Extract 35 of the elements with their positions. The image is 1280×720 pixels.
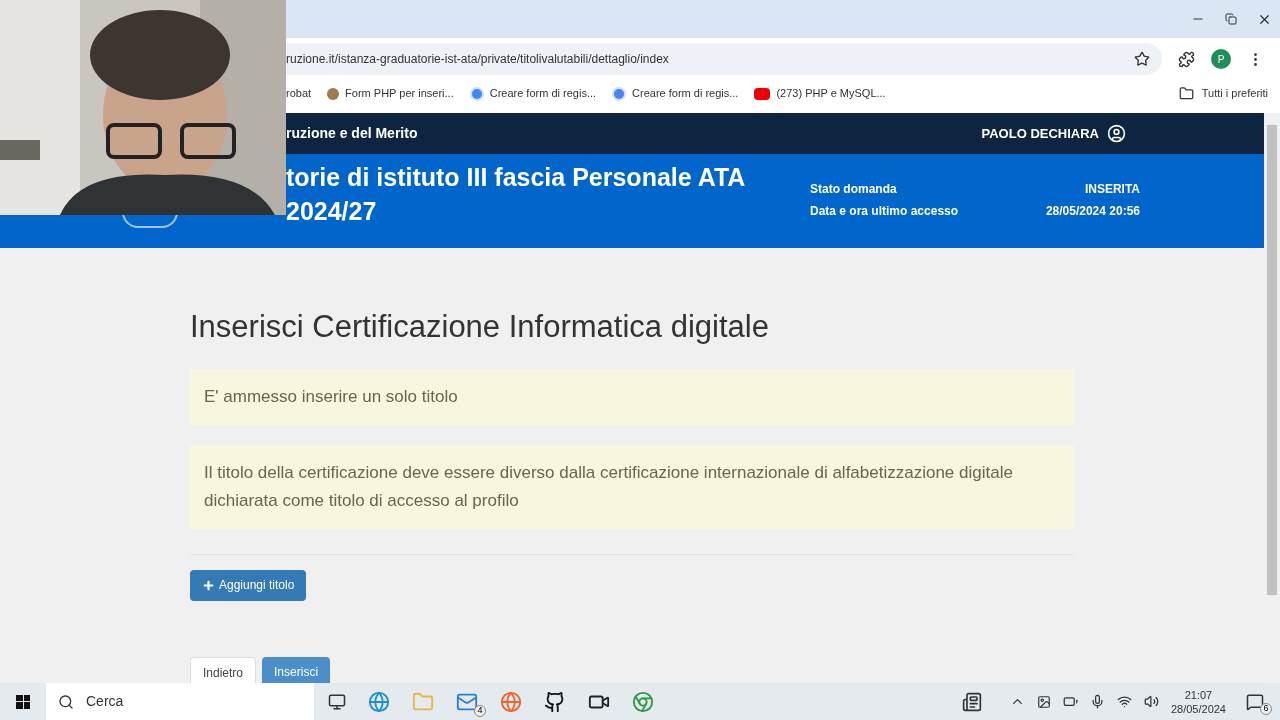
user-icon[interactable] [1107, 124, 1126, 143]
bookmark-link[interactable]: Tutti i preferiti [1201, 85, 1268, 102]
info-alert: E' ammesso inserire un solo titolo [190, 368, 1074, 425]
star-icon[interactable] [1134, 51, 1150, 67]
info-alert: Il titolo della certificazione deve essere diverso dalla certificazione internazionale di alfabetizzazione digitale dichiarata come titolo di accesso al profilo [190, 444, 1074, 529]
github-icon[interactable] [544, 690, 566, 713]
extensions-icon[interactable] [1178, 50, 1195, 68]
bookmark-link[interactable]: (273) PHP e MySQL... [776, 85, 886, 102]
address-bar[interactable]: ruzione.it/istanza-graduatorie-ist-ata/private/titolivalutabili/dettaglio/index [286, 43, 1162, 75]
task-view-icon[interactable] [328, 692, 346, 711]
news-icon[interactable] [961, 691, 982, 712]
back-button[interactable]: Indietro [190, 657, 257, 683]
notification-badge: 6 [1260, 702, 1272, 715]
wifi-icon[interactable] [1116, 694, 1132, 709]
chrome-icon[interactable] [632, 690, 654, 713]
clock-time: 21:07 [1184, 687, 1213, 702]
volume-icon[interactable] [1143, 694, 1159, 709]
bookmark-link[interactable]: Creare form di regis... [489, 85, 597, 102]
microphone-icon[interactable] [1089, 694, 1105, 709]
restore-icon[interactable] [1225, 13, 1237, 25]
profile-avatar[interactable]: P [1211, 49, 1231, 69]
folder-icon [1178, 86, 1194, 101]
battery-icon[interactable] [1062, 694, 1078, 709]
notifications-icon[interactable] [1246, 692, 1264, 711]
mail-badge: 4 [474, 704, 486, 717]
windows-icon[interactable] [16, 694, 30, 709]
bookmark-link[interactable]: Creare form di regis... [632, 85, 739, 102]
page-heading: Inserisci Certificazione Informatica digitale [190, 308, 770, 346]
bookmark-link[interactable]: robat [286, 85, 312, 102]
search-icon [58, 693, 74, 710]
clock-date: 28/05/2024 [1170, 701, 1226, 716]
plus-icon [202, 578, 215, 592]
add-title-button[interactable]: Aggiungi titolo [190, 569, 307, 601]
search-field[interactable]: Cerca [46, 683, 314, 720]
bookmark-link[interactable]: Form PHP per inseri... [345, 85, 454, 102]
